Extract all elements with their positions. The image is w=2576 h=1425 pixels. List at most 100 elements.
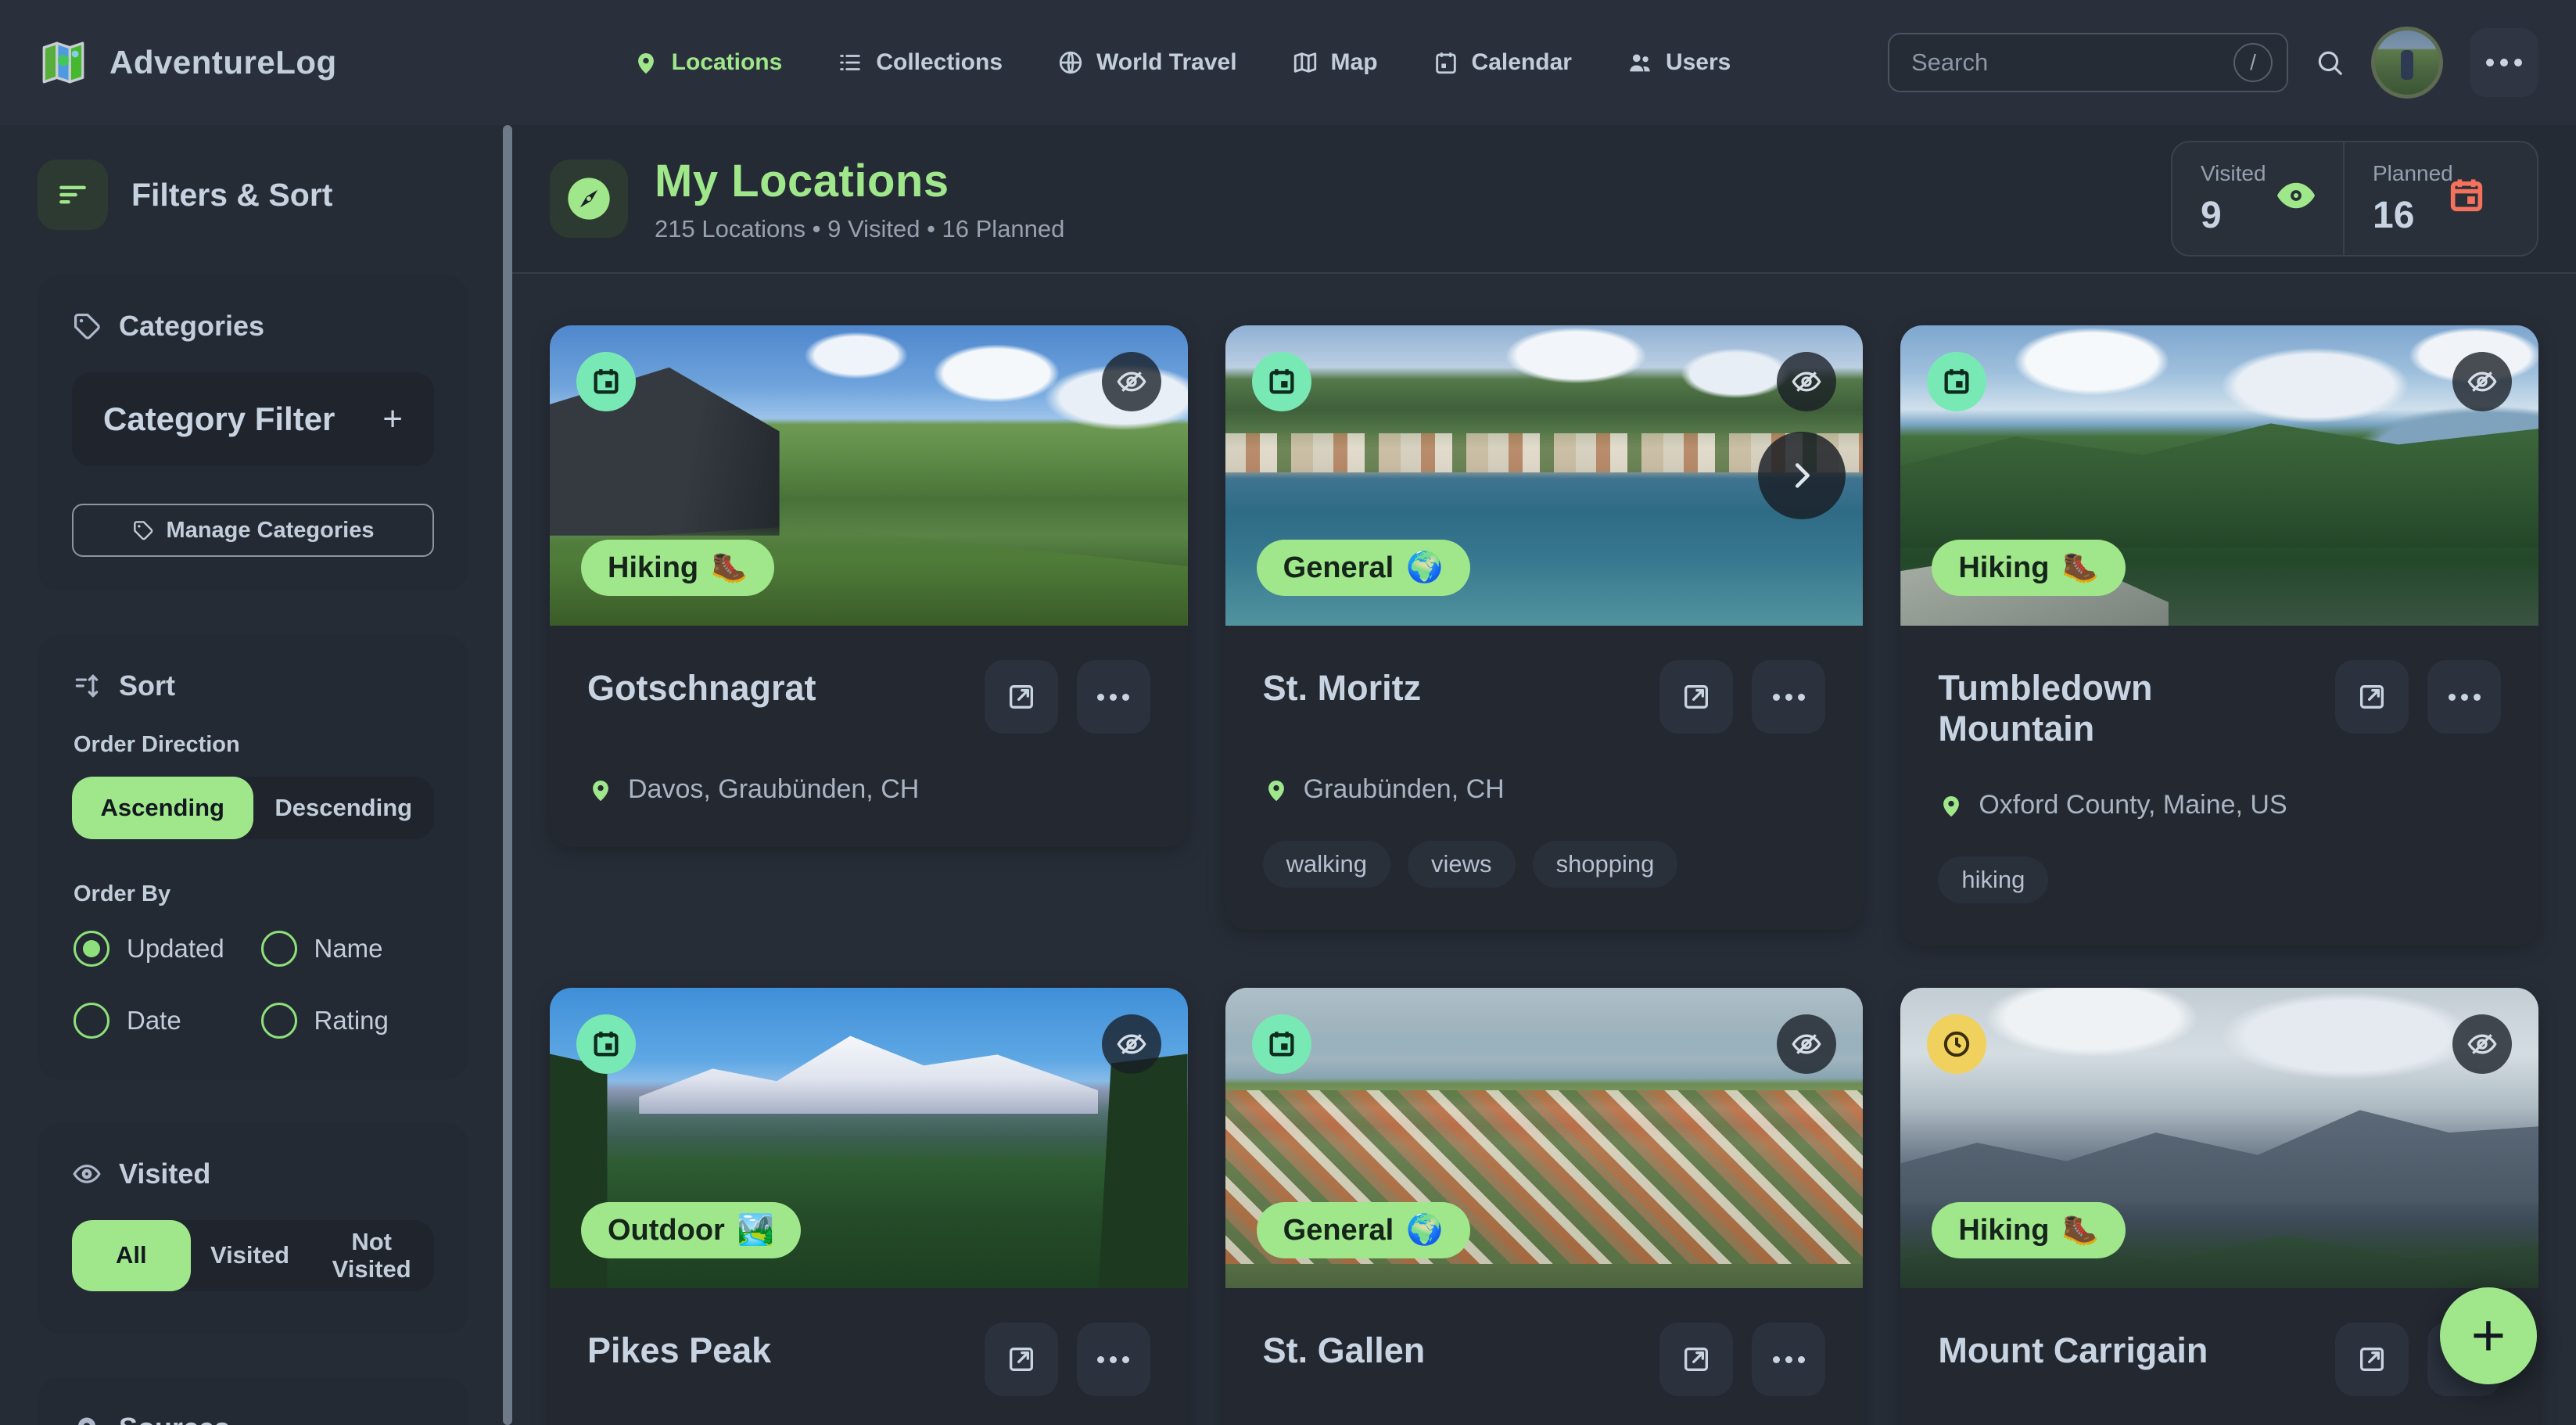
filter-icon-tile — [38, 160, 108, 230]
location-photo: Hiking 🥾 — [550, 325, 1188, 626]
nav-item-collections[interactable]: Collections — [816, 34, 1023, 92]
visited-all-option[interactable]: All — [72, 1220, 191, 1291]
user-avatar[interactable] — [2371, 27, 2443, 99]
nav-item-calendar[interactable]: Calendar — [1412, 34, 1592, 92]
location-title: Tumbledown Mountain — [1938, 660, 2316, 749]
app-shell: Filters & Sort Categories Category Filte… — [0, 125, 2576, 1425]
visited-title: Visited — [119, 1158, 210, 1190]
globe-emoji-icon: 🌍 — [1406, 551, 1443, 585]
order-direction-toggle: Ascending Descending — [72, 777, 434, 839]
next-photo-button[interactable] — [1758, 432, 1846, 519]
nav-item-world-travel[interactable]: World Travel — [1037, 34, 1258, 92]
location-card-st-gallen[interactable]: General 🌍 St. Gallen — [1225, 988, 1864, 1425]
map-pin-icon — [1263, 777, 1290, 803]
category-badge: Hiking 🥾 — [581, 540, 774, 596]
category-label: General — [1283, 551, 1394, 585]
plus-icon: + — [2471, 1306, 2506, 1366]
location-card-mount-carrigain[interactable]: Hiking 🥾 Mount Carrigain — [1900, 988, 2538, 1425]
open-location-button[interactable] — [985, 1323, 1058, 1396]
eye-off-icon — [1777, 1014, 1836, 1074]
radio-circle-icon — [261, 1003, 297, 1039]
map-pin-icon — [633, 49, 659, 76]
category-label: Hiking — [608, 551, 698, 585]
brand[interactable]: AdventureLog — [38, 37, 475, 88]
open-location-button[interactable] — [2335, 660, 2409, 734]
category-label: Hiking — [1958, 551, 2049, 585]
card-body: Pikes Peak Cascade-Chipita Park, Colorad… — [550, 1288, 1188, 1425]
category-filter-collapse[interactable]: Category Filter + — [72, 372, 434, 466]
external-link-icon — [2356, 1344, 2388, 1375]
nav-item-users[interactable]: Users — [1606, 34, 1751, 92]
calendar-icon — [2446, 175, 2487, 222]
nav-item-map[interactable]: Map — [1272, 34, 1398, 92]
category-badge: General 🌍 — [1257, 1202, 1470, 1258]
sidebar-scrollbar[interactable] — [503, 125, 512, 1425]
eye-off-icon — [2452, 1014, 2512, 1074]
order-by-options: Updated Name Date Rating — [72, 926, 434, 1045]
search-button[interactable] — [2315, 48, 2345, 77]
card-menu-button[interactable] — [2427, 660, 2501, 734]
visited-visited-option[interactable]: Visited — [191, 1220, 310, 1291]
card-menu-button[interactable] — [1752, 660, 1825, 734]
descending-option[interactable]: Descending — [253, 777, 435, 839]
categories-section: Categories Category Filter + Manage Cate… — [38, 275, 468, 591]
tag-icon — [72, 311, 102, 341]
open-location-button[interactable] — [1659, 660, 1733, 734]
tag-chip: walking — [1263, 841, 1390, 888]
filters-sidebar: Filters & Sort Categories Category Filte… — [0, 125, 503, 1425]
card-menu-button[interactable] — [1077, 1323, 1150, 1396]
eye-off-icon — [1777, 352, 1836, 411]
radio-label: Updated — [127, 934, 224, 964]
location-card-pikes-peak[interactable]: Outdoor 🏞️ Pikes Peak — [550, 988, 1188, 1425]
open-location-button[interactable] — [985, 660, 1058, 734]
radio-label: Name — [314, 934, 383, 964]
categories-title: Categories — [119, 310, 264, 343]
search-input[interactable] — [1911, 48, 2208, 77]
category-badge: Hiking 🥾 — [1932, 1202, 2125, 1258]
radio-date[interactable]: Date — [74, 1003, 246, 1039]
hiking-boot-emoji-icon: 🥾 — [2061, 1213, 2098, 1247]
card-body: St. Moritz Graubünden, CH walking — [1225, 626, 1864, 930]
ellipsis-icon — [1097, 694, 1129, 701]
map-icon — [1292, 49, 1318, 76]
location-region-text: Graubünden, CH — [1304, 774, 1505, 805]
hiking-boot-emoji-icon: 🥾 — [2061, 551, 2098, 585]
radio-name[interactable]: Name — [261, 931, 433, 967]
card-body: St. Gallen Wahlkreis St. Gallen, St. Gal… — [1225, 1288, 1864, 1425]
ascending-option[interactable]: Ascending — [72, 777, 253, 839]
location-card-tumbledown-mountain[interactable]: Hiking 🥾 Tumbledown Mountain — [1900, 325, 2538, 946]
card-menu-button[interactable] — [1077, 660, 1150, 734]
search-shortcut-badge: / — [2233, 43, 2273, 82]
calendar-status-badge-icon — [576, 1014, 636, 1074]
location-card-st-moritz[interactable]: General 🌍 St. Moritz — [1225, 325, 1864, 930]
open-location-button[interactable] — [2335, 1323, 2409, 1396]
main-content: My Locations 215 Locations • 9 Visited •… — [512, 125, 2576, 1425]
location-title: St. Gallen — [1263, 1323, 1426, 1371]
radio-rating[interactable]: Rating — [261, 1003, 433, 1039]
overflow-menu-button[interactable] — [2470, 28, 2538, 97]
nav-item-locations[interactable]: Locations — [612, 34, 803, 92]
eye-off-icon — [2452, 352, 2512, 411]
ellipsis-icon — [2486, 59, 2494, 66]
open-location-button[interactable] — [1659, 1323, 1733, 1396]
page-header: My Locations 215 Locations • 9 Visited •… — [512, 125, 2576, 274]
category-filter-label: Category Filter — [103, 400, 335, 438]
card-menu-button[interactable] — [1752, 1323, 1825, 1396]
nav-label: World Travel — [1096, 49, 1237, 76]
list-icon — [837, 49, 863, 76]
category-badge: Hiking 🥾 — [1932, 540, 2125, 596]
planned-stat: Planned 16 — [2343, 142, 2513, 255]
visited-not-visited-option[interactable]: Not Visited — [309, 1220, 434, 1291]
ellipsis-icon — [1097, 1356, 1129, 1363]
sources-section: Sources Include Collection Locations — [38, 1377, 468, 1425]
radio-updated[interactable]: Updated — [74, 931, 246, 967]
search-box[interactable]: / — [1888, 33, 2288, 92]
manage-categories-button[interactable]: Manage Categories — [72, 504, 434, 557]
nav-label: Collections — [876, 49, 1003, 76]
radio-circle-icon — [74, 931, 109, 967]
add-location-fab[interactable]: + — [2440, 1287, 2537, 1384]
globe-icon — [1057, 49, 1084, 76]
location-card-gotschnagrat[interactable]: Hiking 🥾 Gotschnagrat — [550, 325, 1188, 847]
location-photo: General 🌍 — [1225, 325, 1864, 626]
eye-off-icon — [1102, 352, 1161, 411]
